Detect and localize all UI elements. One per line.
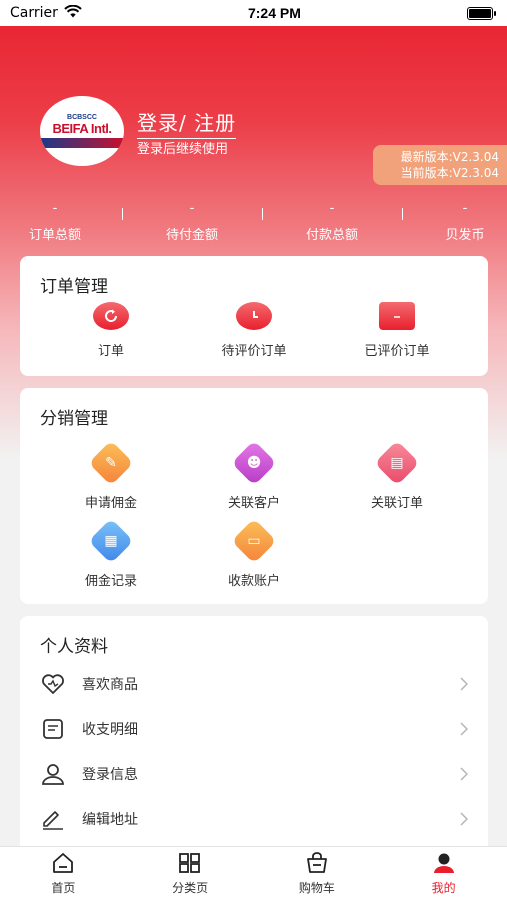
dist-item-label: 关联客户 (227, 496, 280, 511)
dist-item-payment-account[interactable]: ▭ 收款账户 (189, 518, 319, 589)
dist-item-label: 申请佣金 (84, 496, 137, 511)
tab-category[interactable]: 分类页 (127, 847, 254, 900)
profile-item-label: 编辑地址 (82, 811, 138, 828)
carrier-label: Carrier (10, 5, 58, 21)
distribution-management-card: 分销管理 ✎ 申请佣金 ☻ 关联客户 ▤ 关联订单 ▦ 佣金记录 ▭ 收款账户 (20, 388, 488, 604)
user-icon (40, 761, 66, 787)
order-item-pending-review[interactable]: 待评价订单 (189, 302, 319, 359)
stat-label: 付款总额 (305, 228, 358, 243)
tab-label: 购物车 (298, 881, 335, 895)
profile-item-label: 登录信息 (82, 766, 138, 783)
stat-divider (262, 208, 263, 220)
stat-label: 贝发币 (445, 228, 485, 243)
login-register-link[interactable]: 登录/ 注册 (137, 107, 237, 139)
tab-label: 分类页 (172, 881, 209, 895)
account-stats: - 订单总额 - 待付金额 - 付款总额 - 贝发币 (0, 200, 507, 244)
heart-icon (40, 671, 66, 697)
cart-icon (304, 851, 330, 875)
section-title: 订单管理 (40, 277, 108, 297)
stat-value: - (52, 201, 58, 216)
dist-item-linked-customers[interactable]: ☻ 关联客户 (189, 440, 319, 511)
order-management-card: 订单管理 订单 待评价订单 已评价订单 (20, 256, 488, 376)
dist-item-label: 关联订单 (370, 496, 423, 511)
refresh-order-icon (93, 302, 129, 330)
latest-version: 最新版本:V2.3.04 (400, 150, 499, 164)
message-icon (379, 302, 415, 330)
tab-label: 首页 (51, 881, 76, 895)
stat-order-total[interactable]: - 订单总额 (0, 200, 110, 243)
dist-item-commission-record[interactable]: ▦ 佣金记录 (46, 518, 176, 589)
order-item-orders[interactable]: 订单 (46, 302, 176, 359)
brand-logo: BCBSCC BEIFA Intl. (40, 96, 124, 166)
wifi-icon (64, 4, 82, 22)
chevron-right-icon (448, 811, 468, 826)
order-item-reviewed[interactable]: 已评价订单 (332, 302, 462, 359)
document-icon (40, 716, 66, 742)
order-item-label: 待评价订单 (221, 344, 287, 359)
linked-customers-icon: ☻ (231, 440, 277, 486)
logo-top-text: BCBSCC (67, 114, 97, 121)
dist-item-apply-commission[interactable]: ✎ 申请佣金 (46, 440, 176, 511)
home-icon (50, 851, 76, 875)
profile-item-edit-address[interactable]: 编辑地址 (40, 796, 468, 841)
payment-account-icon: ▭ (231, 518, 277, 564)
stat-label: 订单总额 (28, 228, 81, 243)
dist-item-label: 佣金记录 (84, 574, 137, 589)
chevron-right-icon (448, 721, 468, 736)
profile-item-transactions[interactable]: 收支明细 (40, 706, 468, 751)
order-item-label: 订单 (97, 344, 124, 359)
stat-paid-total[interactable]: - 付款总额 (277, 200, 387, 243)
stat-value: - (189, 201, 195, 216)
stat-value: - (329, 201, 335, 216)
version-badge: 最新版本:V2.3.04 当前版本:V2.3.04 (373, 145, 507, 185)
battery-icon (467, 6, 496, 20)
logo-brand-text: BEIFA Intl. (52, 121, 112, 136)
stat-divider (122, 208, 123, 220)
chevron-right-icon (448, 676, 468, 691)
commission-record-icon: ▦ (88, 518, 134, 564)
stat-pending-amount[interactable]: - 待付金额 (137, 200, 247, 243)
stat-beifa-coin[interactable]: - 贝发币 (410, 200, 507, 243)
bottom-tab-bar: 首页 分类页 购物车 我的 (0, 846, 507, 900)
tab-cart[interactable]: 购物车 (254, 847, 381, 900)
tab-label: 我的 (431, 881, 456, 895)
stat-label: 待付金额 (165, 228, 218, 243)
tab-mine[interactable]: 我的 (380, 847, 507, 900)
category-icon (177, 851, 203, 875)
order-item-label: 已评价订单 (364, 344, 430, 359)
stat-value: - (462, 201, 468, 216)
linked-orders-icon: ▤ (374, 440, 420, 486)
clock-icon (236, 302, 272, 330)
profile-item-label: 收支明细 (82, 721, 138, 738)
section-title: 分销管理 (40, 409, 108, 429)
dist-item-label: 收款账户 (227, 574, 280, 589)
dist-item-linked-orders[interactable]: ▤ 关联订单 (332, 440, 462, 511)
current-version: 当前版本:V2.3.04 (400, 166, 499, 180)
profile-item-login-info[interactable]: 登录信息 (40, 751, 468, 796)
tab-home[interactable]: 首页 (0, 847, 127, 900)
profile-card: 个人资料 喜欢商品 收支明细 登录信息 编辑地址 (20, 616, 488, 866)
profile-icon (431, 851, 457, 875)
edit-icon (40, 806, 66, 832)
stat-divider (402, 208, 403, 220)
profile-item-favorites[interactable]: 喜欢商品 (40, 661, 468, 706)
status-bar: Carrier 7:24 PM (0, 0, 507, 26)
login-subtitle: 登录后继续使用 (137, 142, 229, 157)
section-title: 个人资料 (40, 637, 108, 657)
apply-commission-icon: ✎ (88, 440, 134, 486)
status-time: 7:24 PM (247, 5, 301, 21)
profile-item-label: 喜欢商品 (82, 676, 138, 693)
chevron-right-icon (448, 766, 468, 781)
